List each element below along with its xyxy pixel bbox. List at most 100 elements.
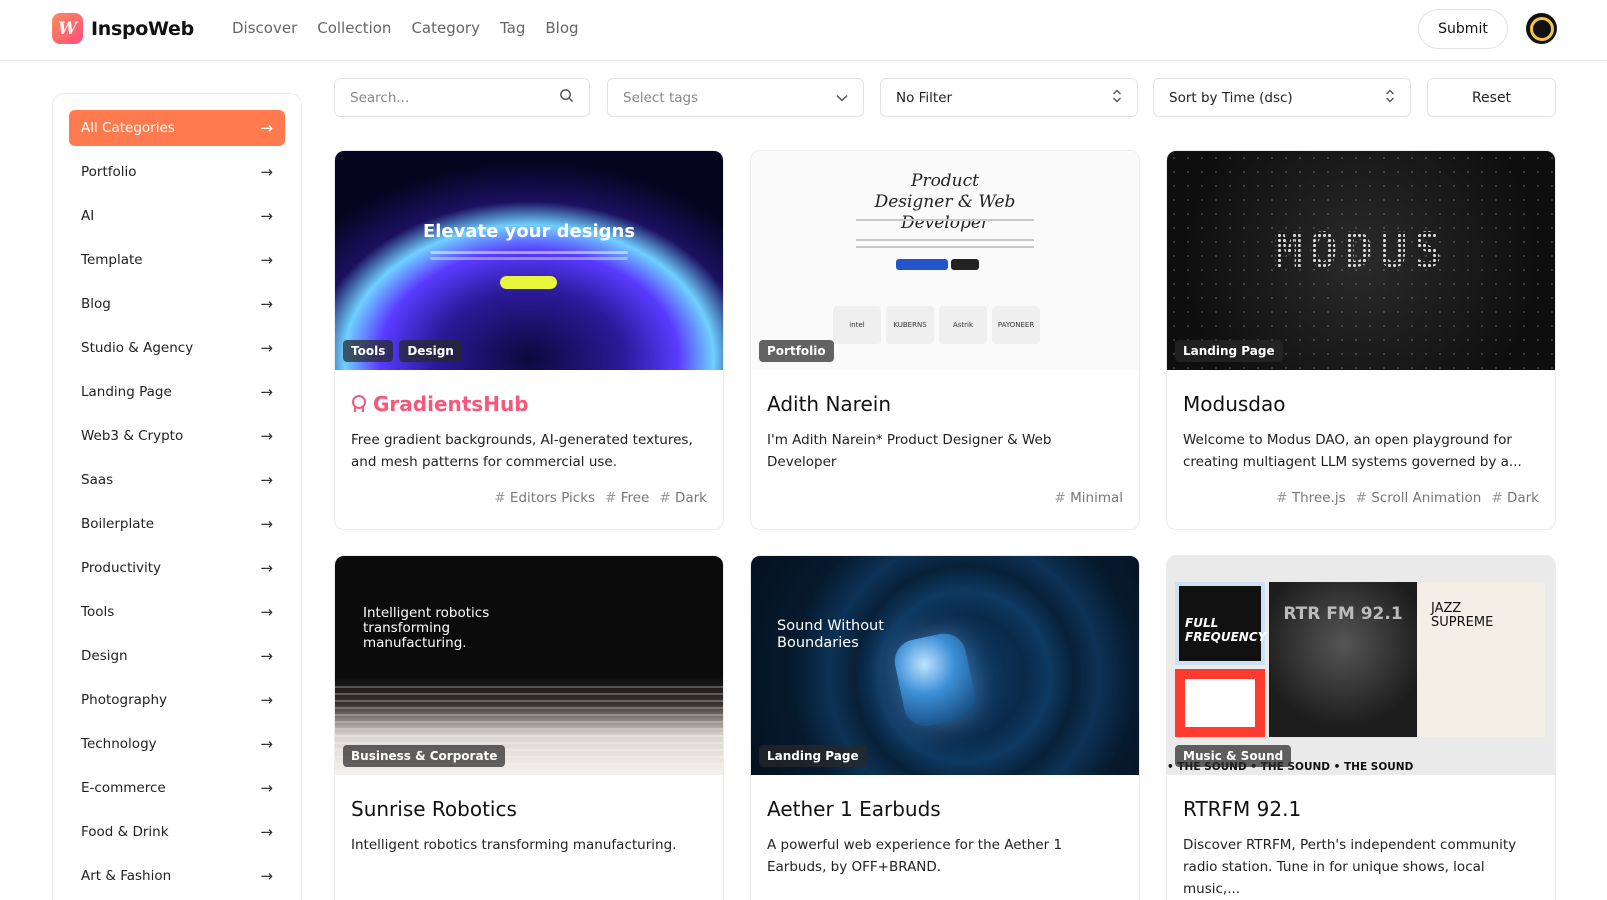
card-title-text: GradientsHub: [373, 392, 529, 416]
earbuds-case-image: [890, 629, 980, 731]
sidebar-item-blog[interactable]: Blog →: [69, 286, 285, 322]
sidebar-item-landing-page[interactable]: Landing Page →: [69, 374, 285, 410]
sidebar-item-ai[interactable]: AI →: [69, 198, 285, 234]
reset-button[interactable]: Reset: [1427, 78, 1556, 117]
card-badges: Tools Design: [343, 340, 462, 362]
card-thumbnail[interactable]: MODUS Landing Page: [1167, 151, 1555, 370]
thumbnail-cta: [951, 259, 979, 270]
arrow-right-icon: →: [260, 867, 273, 885]
sidebar-item-photography[interactable]: Photography →: [69, 682, 285, 718]
sidebar-item-e-commerce[interactable]: E-commerce →: [69, 770, 285, 806]
tag-link[interactable]: Editors Picks: [494, 490, 595, 506]
sidebar-item-label: Tools: [81, 604, 115, 620]
arrow-right-icon: →: [260, 427, 273, 445]
card-title[interactable]: Modusdao: [1183, 392, 1285, 416]
card-thumbnail[interactable]: Intelligent robotics transforming manufa…: [335, 556, 723, 775]
sidebar-item-web3-crypto[interactable]: Web3 & Crypto →: [69, 418, 285, 454]
submit-button[interactable]: Submit: [1418, 9, 1508, 49]
sidebar-item-art-fashion[interactable]: Art & Fashion →: [69, 858, 285, 894]
sidebar-item-label: Productivity: [81, 560, 162, 576]
category-badge[interactable]: Landing Page: [1175, 340, 1283, 362]
card-badges: Business & Corporate: [343, 745, 506, 767]
thumbnail-cta: [500, 276, 557, 289]
tag-link[interactable]: Scroll Animation: [1356, 490, 1481, 506]
tags-select[interactable]: Select tags: [607, 78, 864, 117]
arrow-right-icon: →: [260, 339, 273, 357]
sidebar-item-boilerplate[interactable]: Boilerplate →: [69, 506, 285, 542]
site-card[interactable]: Intelligent robotics transforming manufa…: [334, 555, 724, 900]
arrow-right-icon: →: [260, 383, 273, 401]
sidebar-item-all-categories[interactable]: All Categories →: [69, 110, 285, 146]
nav-discover[interactable]: Discover: [232, 19, 297, 37]
card-thumbnail[interactable]: Product Designer & Web Developer intel K…: [751, 151, 1139, 370]
sidebar-item-label: E-commerce: [81, 780, 166, 796]
tag-link[interactable]: Free: [605, 490, 650, 506]
site-card[interactable]: Product Designer & Web Developer intel K…: [750, 150, 1140, 530]
category-badge[interactable]: Design: [399, 340, 462, 362]
nav-collection[interactable]: Collection: [317, 19, 391, 37]
category-badge[interactable]: Tools: [343, 340, 394, 362]
search-input[interactable]: Search...: [334, 78, 590, 117]
arrow-right-icon: →: [260, 735, 273, 753]
category-sidebar: All Categories → Portfolio → AI → Template → Blo…: [52, 93, 302, 900]
tag-link[interactable]: Dark: [659, 490, 707, 506]
card-badges: Music & Sound: [1175, 745, 1292, 767]
card-title[interactable]: RTRFM 92.1: [1183, 797, 1301, 821]
sidebar-item-design[interactable]: Design →: [69, 638, 285, 674]
thumbnail-panel: JAZZ SUPREME: [1417, 582, 1545, 737]
sidebar-item-portfolio[interactable]: Portfolio →: [69, 154, 285, 190]
card-tags: Editors Picks Free Dark: [494, 490, 707, 506]
sidebar-item-label: Template: [81, 252, 143, 268]
tags-placeholder: Select tags: [623, 89, 699, 106]
sidebar-item-label: Technology: [81, 736, 157, 752]
site-card[interactable]: FULL FREQUENCY RTR FM 92.1 JAZZ SUPREME …: [1166, 555, 1556, 900]
thumbnail-headline: Product Designer & Web Developer: [874, 171, 1016, 233]
tag-link[interactable]: Three.js: [1276, 490, 1346, 506]
card-description: Intelligent robotics transforming manufa…: [351, 837, 677, 853]
thumbnail-text: JAZZ SUPREME: [1431, 601, 1494, 630]
category-badge[interactable]: Music & Sound: [1175, 745, 1292, 767]
card-thumbnail[interactable]: FULL FREQUENCY RTR FM 92.1 JAZZ SUPREME …: [1167, 556, 1555, 775]
thumbnail-text: RTR FM 92.1: [1283, 604, 1403, 624]
thumbnail-subtext: [856, 239, 1034, 241]
card-description: Welcome to Modus DAO, an open playground…: [1183, 432, 1522, 470]
nav-category[interactable]: Category: [411, 19, 480, 37]
user-avatar[interactable]: [1526, 13, 1557, 44]
sidebar-item-food-drink[interactable]: Food & Drink →: [69, 814, 285, 850]
sidebar-item-label: Boilerplate: [81, 516, 155, 532]
sidebar-item-productivity[interactable]: Productivity →: [69, 550, 285, 586]
updown-chevron-icon: [1112, 89, 1122, 107]
sort-select[interactable]: Sort by Time (dsc): [1153, 78, 1411, 117]
card-title[interactable]: GradientsHub: [351, 392, 529, 416]
tag-link[interactable]: Minimal: [1055, 490, 1123, 506]
card-thumbnail[interactable]: Elevate your designs Tools Design: [335, 151, 723, 370]
arrow-right-icon: →: [260, 163, 273, 181]
brand-logo[interactable]: W InspoWeb: [52, 13, 194, 44]
nav-tag[interactable]: Tag: [500, 19, 525, 37]
card-description: Free gradient backgrounds, AI-generated …: [351, 432, 693, 470]
filter-select[interactable]: No Filter: [880, 78, 1138, 117]
arrow-right-icon: →: [260, 823, 273, 841]
sidebar-item-studio-agency[interactable]: Studio & Agency →: [69, 330, 285, 366]
nav-blog[interactable]: Blog: [545, 19, 578, 37]
sidebar-item-tools[interactable]: Tools →: [69, 594, 285, 630]
client-logo: Astrik: [939, 306, 987, 344]
card-title[interactable]: Sunrise Robotics: [351, 797, 517, 821]
thumbnail-headline: Intelligent robotics transforming manufa…: [363, 605, 490, 651]
sidebar-item-saas[interactable]: Saas →: [69, 462, 285, 498]
category-badge[interactable]: Portfolio: [759, 340, 834, 362]
card-description: A powerful web experience for the Aether…: [767, 837, 1063, 875]
tag-link[interactable]: Dark: [1491, 490, 1539, 506]
card-thumbnail[interactable]: Sound Without Boundaries Landing Page: [751, 556, 1139, 775]
site-card[interactable]: Elevate your designs Tools Design Gradie…: [334, 150, 724, 530]
sidebar-item-template[interactable]: Template →: [69, 242, 285, 278]
client-logos: intel KUBERNS Astrik PAYONEER: [833, 306, 1040, 344]
category-badge[interactable]: Landing Page: [759, 745, 867, 767]
site-card[interactable]: MODUS Landing Page Modusdao Welcome to M…: [1166, 150, 1556, 530]
thumbnail-panel: [1175, 669, 1265, 737]
site-card[interactable]: Sound Without Boundaries Landing Page Ae…: [750, 555, 1140, 900]
category-badge[interactable]: Business & Corporate: [343, 745, 506, 767]
sidebar-item-technology[interactable]: Technology →: [69, 726, 285, 762]
card-title[interactable]: Adith Narein: [767, 392, 891, 416]
card-title[interactable]: Aether 1 Earbuds: [767, 797, 941, 821]
